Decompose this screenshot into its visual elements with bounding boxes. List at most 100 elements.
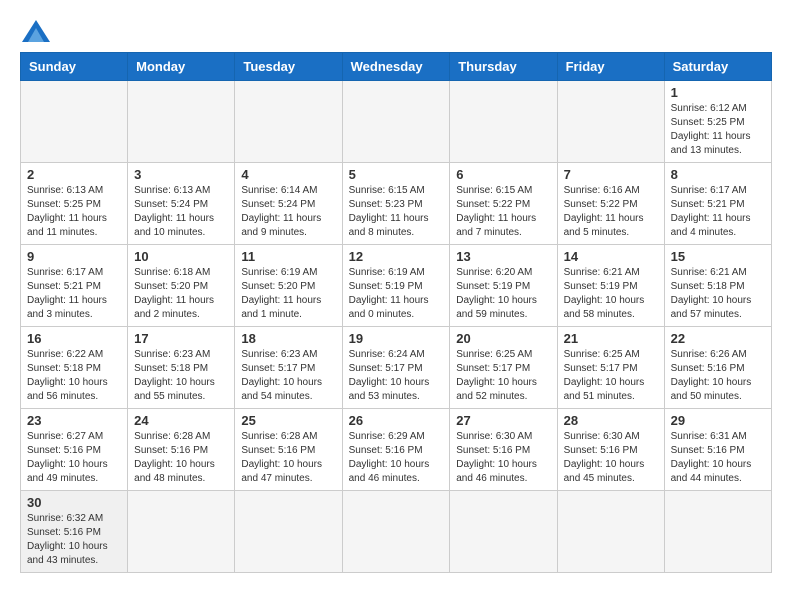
day-info: Sunrise: 6:28 AM Sunset: 5:16 PM Dayligh… (241, 430, 335, 486)
day-info: Sunrise: 6:31 AM Sunset: 5:16 PM Dayligh… (671, 430, 765, 486)
calendar-day (235, 81, 342, 163)
calendar-header: SundayMondayTuesdayWednesdayThursdayFrid… (21, 53, 772, 81)
calendar-day: 5 Sunrise: 6:15 AM Sunset: 5:23 PM Daylig… (342, 163, 450, 245)
calendar-week-5: 23Sunrise: 6:27 AM Sunset: 5:16 PM Dayli… (21, 409, 772, 491)
day-info: Sunrise: 6:15 AM Sunset: 5:23 PM Dayligh… (349, 184, 444, 240)
calendar-day (128, 491, 235, 573)
calendar-day: 13Sunrise: 6:20 AM Sunset: 5:19 PM Dayli… (450, 245, 557, 327)
calendar-day: 29 Sunrise: 6:31 AM Sunset: 5:16 PM Dayli… (664, 409, 771, 491)
calendar-day: 2 Sunrise: 6:13 AM Sunset: 5:25 PM Daylig… (21, 163, 128, 245)
calendar-day: 10Sunrise: 6:18 AM Sunset: 5:20 PM Dayli… (128, 245, 235, 327)
calendar-day: 14 Sunrise: 6:21 AM Sunset: 5:19 PM Dayli… (557, 245, 664, 327)
day-info: Sunrise: 6:21 AM Sunset: 5:19 PM Dayligh… (564, 266, 658, 322)
logo-text (20, 20, 50, 42)
day-info: Sunrise: 6:23 AM Sunset: 5:17 PM Dayligh… (241, 348, 335, 404)
calendar-day: 21Sunrise: 6:25 AM Sunset: 5:17 PM Dayli… (557, 327, 664, 409)
day-number: 18 (241, 331, 335, 346)
calendar-day: 8 Sunrise: 6:17 AM Sunset: 5:21 PM Daylig… (664, 163, 771, 245)
day-info: Sunrise: 6:21 AM Sunset: 5:18 PM Dayligh… (671, 266, 765, 322)
calendar-day (557, 81, 664, 163)
page-header (20, 20, 772, 42)
day-info: Sunrise: 6:19 AM Sunset: 5:20 PM Dayligh… (241, 266, 335, 322)
calendar-day: 7 Sunrise: 6:16 AM Sunset: 5:22 PM Daylig… (557, 163, 664, 245)
weekday-header-tuesday: Tuesday (235, 53, 342, 81)
calendar-day: 25 Sunrise: 6:28 AM Sunset: 5:16 PM Dayli… (235, 409, 342, 491)
calendar-day (235, 491, 342, 573)
calendar-day: 22 Sunrise: 6:26 AM Sunset: 5:16 PM Dayli… (664, 327, 771, 409)
day-info: Sunrise: 6:29 AM Sunset: 5:16 PM Dayligh… (349, 430, 444, 486)
day-info: Sunrise: 6:20 AM Sunset: 5:19 PM Dayligh… (456, 266, 550, 322)
day-number: 9 (27, 249, 121, 264)
weekday-header-wednesday: Wednesday (342, 53, 450, 81)
weekday-header-saturday: Saturday (664, 53, 771, 81)
calendar-week-2: 2 Sunrise: 6:13 AM Sunset: 5:25 PM Daylig… (21, 163, 772, 245)
day-number: 8 (671, 167, 765, 182)
calendar-day: 23Sunrise: 6:27 AM Sunset: 5:16 PM Dayli… (21, 409, 128, 491)
calendar-day: 27 Sunrise: 6:30 AM Sunset: 5:16 PM Dayli… (450, 409, 557, 491)
weekday-header-friday: Friday (557, 53, 664, 81)
day-info: Sunrise: 6:24 AM Sunset: 5:17 PM Dayligh… (349, 348, 444, 404)
day-info: Sunrise: 6:28 AM Sunset: 5:16 PM Dayligh… (134, 430, 228, 486)
calendar-day: 12Sunrise: 6:19 AM Sunset: 5:19 PM Dayli… (342, 245, 450, 327)
day-info: Sunrise: 6:27 AM Sunset: 5:16 PM Dayligh… (27, 430, 121, 486)
calendar-day (664, 491, 771, 573)
day-number: 22 (671, 331, 765, 346)
day-number: 5 (349, 167, 444, 182)
calendar-day (557, 491, 664, 573)
weekday-header-monday: Monday (128, 53, 235, 81)
day-number: 25 (241, 413, 335, 428)
day-number: 6 (456, 167, 550, 182)
calendar-day: 19 Sunrise: 6:24 AM Sunset: 5:17 PM Dayli… (342, 327, 450, 409)
calendar-day (128, 81, 235, 163)
calendar-day: 28Sunrise: 6:30 AM Sunset: 5:16 PM Dayli… (557, 409, 664, 491)
day-number: 11 (241, 249, 335, 264)
day-info: Sunrise: 6:12 AM Sunset: 5:25 PM Dayligh… (671, 102, 765, 158)
day-number: 30 (27, 495, 121, 510)
day-info: Sunrise: 6:13 AM Sunset: 5:25 PM Dayligh… (27, 184, 121, 240)
calendar-day (342, 491, 450, 573)
calendar-week-3: 9 Sunrise: 6:17 AM Sunset: 5:21 PM Daylig… (21, 245, 772, 327)
calendar-day: 11 Sunrise: 6:19 AM Sunset: 5:20 PM Dayli… (235, 245, 342, 327)
calendar-week-6: 30Sunrise: 6:32 AM Sunset: 5:16 PM Dayli… (21, 491, 772, 573)
calendar-table: SundayMondayTuesdayWednesdayThursdayFrid… (20, 52, 772, 573)
day-info: Sunrise: 6:13 AM Sunset: 5:24 PM Dayligh… (134, 184, 228, 240)
calendar-body: 1Sunrise: 6:12 AM Sunset: 5:25 PM Daylig… (21, 81, 772, 573)
weekday-row: SundayMondayTuesdayWednesdayThursdayFrid… (21, 53, 772, 81)
calendar-day (450, 81, 557, 163)
day-number: 7 (564, 167, 658, 182)
day-number: 16 (27, 331, 121, 346)
day-info: Sunrise: 6:17 AM Sunset: 5:21 PM Dayligh… (671, 184, 765, 240)
weekday-header-thursday: Thursday (450, 53, 557, 81)
day-number: 2 (27, 167, 121, 182)
weekday-header-sunday: Sunday (21, 53, 128, 81)
calendar-day: 24Sunrise: 6:28 AM Sunset: 5:16 PM Dayli… (128, 409, 235, 491)
day-info: Sunrise: 6:16 AM Sunset: 5:22 PM Dayligh… (564, 184, 658, 240)
day-info: Sunrise: 6:15 AM Sunset: 5:22 PM Dayligh… (456, 184, 550, 240)
day-number: 10 (134, 249, 228, 264)
day-info: Sunrise: 6:14 AM Sunset: 5:24 PM Dayligh… (241, 184, 335, 240)
day-number: 29 (671, 413, 765, 428)
calendar-week-4: 16 Sunrise: 6:22 AM Sunset: 5:18 PM Dayli… (21, 327, 772, 409)
day-number: 4 (241, 167, 335, 182)
calendar-day: 1Sunrise: 6:12 AM Sunset: 5:25 PM Daylig… (664, 81, 771, 163)
day-number: 19 (349, 331, 444, 346)
day-number: 14 (564, 249, 658, 264)
calendar-day: 16 Sunrise: 6:22 AM Sunset: 5:18 PM Dayli… (21, 327, 128, 409)
day-number: 27 (456, 413, 550, 428)
logo-icon (22, 20, 50, 42)
day-number: 20 (456, 331, 550, 346)
calendar-day: 15 Sunrise: 6:21 AM Sunset: 5:18 PM Dayli… (664, 245, 771, 327)
logo (20, 20, 50, 42)
day-number: 15 (671, 249, 765, 264)
calendar-day: 26Sunrise: 6:29 AM Sunset: 5:16 PM Dayli… (342, 409, 450, 491)
calendar-day: 9 Sunrise: 6:17 AM Sunset: 5:21 PM Daylig… (21, 245, 128, 327)
day-info: Sunrise: 6:22 AM Sunset: 5:18 PM Dayligh… (27, 348, 121, 404)
day-number: 3 (134, 167, 228, 182)
day-info: Sunrise: 6:30 AM Sunset: 5:16 PM Dayligh… (456, 430, 550, 486)
day-info: Sunrise: 6:19 AM Sunset: 5:19 PM Dayligh… (349, 266, 444, 322)
day-info: Sunrise: 6:23 AM Sunset: 5:18 PM Dayligh… (134, 348, 228, 404)
day-info: Sunrise: 6:17 AM Sunset: 5:21 PM Dayligh… (27, 266, 121, 322)
calendar-day: 30Sunrise: 6:32 AM Sunset: 5:16 PM Dayli… (21, 491, 128, 573)
day-info: Sunrise: 6:25 AM Sunset: 5:17 PM Dayligh… (456, 348, 550, 404)
day-info: Sunrise: 6:26 AM Sunset: 5:16 PM Dayligh… (671, 348, 765, 404)
